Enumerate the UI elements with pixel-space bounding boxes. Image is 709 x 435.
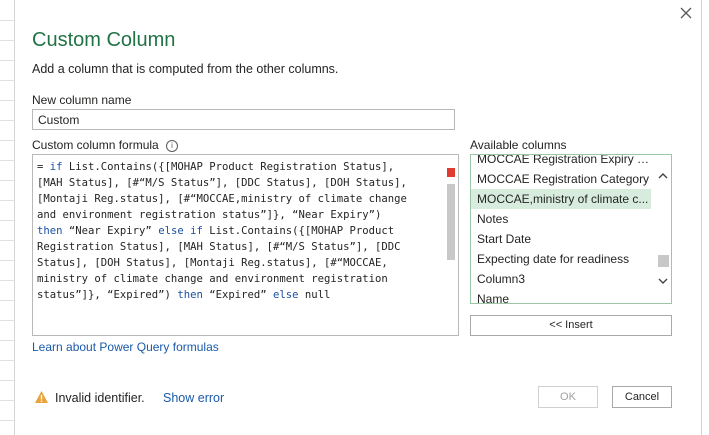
gridline	[0, 120, 14, 121]
formula-line: Registration Status], [MAH Status], [#“M…	[37, 241, 401, 253]
formula-keyword: else	[273, 289, 299, 301]
gridline	[0, 360, 14, 361]
available-column-item[interactable]: MOCCAE Registration Expiry D...	[471, 155, 651, 169]
gridline	[0, 220, 14, 221]
close-icon[interactable]	[677, 4, 695, 22]
formula-segment: [MAH Status], [#“M/S Status”], [DDC Stat…	[37, 177, 407, 189]
gridline	[0, 140, 14, 141]
formula-segment: null	[298, 289, 331, 301]
formula-editor[interactable]: = if List.Contains({[MOHAP Product Regis…	[32, 154, 459, 336]
formula-keyword: then	[177, 289, 203, 301]
formula-line: then “Near Expiry” else if List.Contains…	[37, 225, 394, 237]
available-column-item[interactable]: MOCCAE,ministry of climate c...	[471, 189, 651, 209]
available-columns-list[interactable]: Name Column3 Expecting date for readiness S…	[470, 154, 672, 304]
gridline	[0, 260, 14, 261]
formula-line: [Montaji Reg.status], [#“MOCCAE,ministry…	[37, 193, 407, 205]
available-column-item[interactable]: Column3	[471, 269, 651, 289]
spreadsheet-gridlines-right	[701, 0, 709, 435]
formula-segment: [Montaji Reg.status], [#“MOCCAE,ministry…	[37, 193, 407, 205]
formula-segment: =	[37, 161, 50, 173]
formula-line: status”]}, “Expired”) then “Expired” els…	[37, 289, 330, 301]
available-columns-label: Available columns	[470, 138, 567, 152]
formula-label: Custom column formula	[32, 138, 159, 152]
gridline	[0, 180, 14, 181]
cancel-button[interactable]: Cancel	[612, 386, 672, 408]
gridline	[0, 280, 14, 281]
spreadsheet-gridlines-left	[0, 0, 15, 435]
gridline	[0, 80, 14, 81]
dialog-subtitle: Add a column that is computed from the o…	[32, 62, 339, 76]
formula-scrollbar[interactable]	[445, 156, 457, 334]
gridline	[0, 40, 14, 41]
new-column-name-input[interactable]: Custom	[32, 109, 455, 130]
available-column-item[interactable]: MOCCAE Registration Category	[471, 169, 651, 189]
error-marker	[447, 168, 455, 177]
available-column-item[interactable]: Expecting date for readiness	[471, 249, 651, 269]
available-column-item[interactable]: Name	[471, 289, 651, 303]
formula-segment: “Expired”	[202, 289, 274, 301]
formula-scroll-thumb[interactable]	[447, 184, 455, 260]
ok-button[interactable]: OK	[538, 386, 598, 408]
gridline	[0, 340, 14, 341]
formula-segment: and environment registration status”]}, …	[37, 209, 382, 221]
gridline	[0, 380, 14, 381]
new-column-name-label: New column name	[32, 93, 132, 107]
formula-segment: List.Contains({[MOHAP Product Registrati…	[62, 161, 395, 173]
formula-line: = if List.Contains({[MOHAP Product Regis…	[37, 161, 394, 173]
formula-segment: “Near Expiry”	[62, 225, 159, 237]
gridline	[0, 60, 14, 61]
gridline	[0, 300, 14, 301]
formula-keyword: if	[49, 161, 63, 173]
available-column-item[interactable]: Start Date	[471, 229, 651, 249]
scroll-down-icon[interactable]	[657, 275, 669, 287]
dialog-title: Custom Column	[32, 29, 176, 51]
gridline	[0, 240, 14, 241]
formula-segment: Status], [DOH Status], [Montaji Reg.stat…	[37, 257, 388, 269]
gridline	[0, 200, 14, 201]
custom-column-dialog: Custom Column Add a column that is compu…	[15, 0, 701, 435]
formula-segment: Registration Status], [MAH Status], [#“M…	[37, 241, 401, 253]
formula-line: Status], [DOH Status], [Montaji Reg.stat…	[37, 257, 388, 269]
gridline	[0, 160, 14, 161]
list-scroll-thumb[interactable]	[658, 255, 669, 267]
formula-line: and environment registration status”]}, …	[37, 209, 381, 221]
formula-line: [MAH Status], [#“M/S Status”], [DDC Stat…	[37, 177, 407, 189]
gridline	[0, 420, 14, 421]
available-columns-scrollbar[interactable]	[655, 155, 671, 303]
formula-segment: ministry of climate change and environme…	[37, 273, 388, 285]
formula-segment: status”]}, “Expired”)	[37, 289, 178, 301]
gridline	[0, 20, 14, 21]
learn-power-query-link[interactable]: Learn about Power Query formulas	[32, 340, 219, 354]
gridline	[0, 100, 14, 101]
warning-icon	[35, 391, 48, 403]
formula-segment: List.Contains({[MOHAP Product	[202, 225, 395, 237]
available-column-item[interactable]: Notes	[471, 209, 651, 229]
insert-button[interactable]: << Insert	[470, 315, 672, 336]
info-icon[interactable]: i	[166, 139, 179, 152]
status-message: Invalid identifier.	[55, 391, 145, 405]
formula-line: ministry of climate change and environme…	[37, 273, 388, 285]
formula-label-row: Custom column formula i	[32, 138, 179, 152]
gridline	[0, 320, 14, 321]
formula-keyword: then	[37, 225, 63, 237]
show-error-link[interactable]: Show error	[163, 391, 224, 405]
scroll-up-icon[interactable]	[657, 170, 669, 182]
formula-keyword: else if	[158, 225, 203, 237]
formula-text[interactable]: = if List.Contains({[MOHAP Product Regis…	[37, 159, 437, 303]
gridline	[0, 400, 14, 401]
